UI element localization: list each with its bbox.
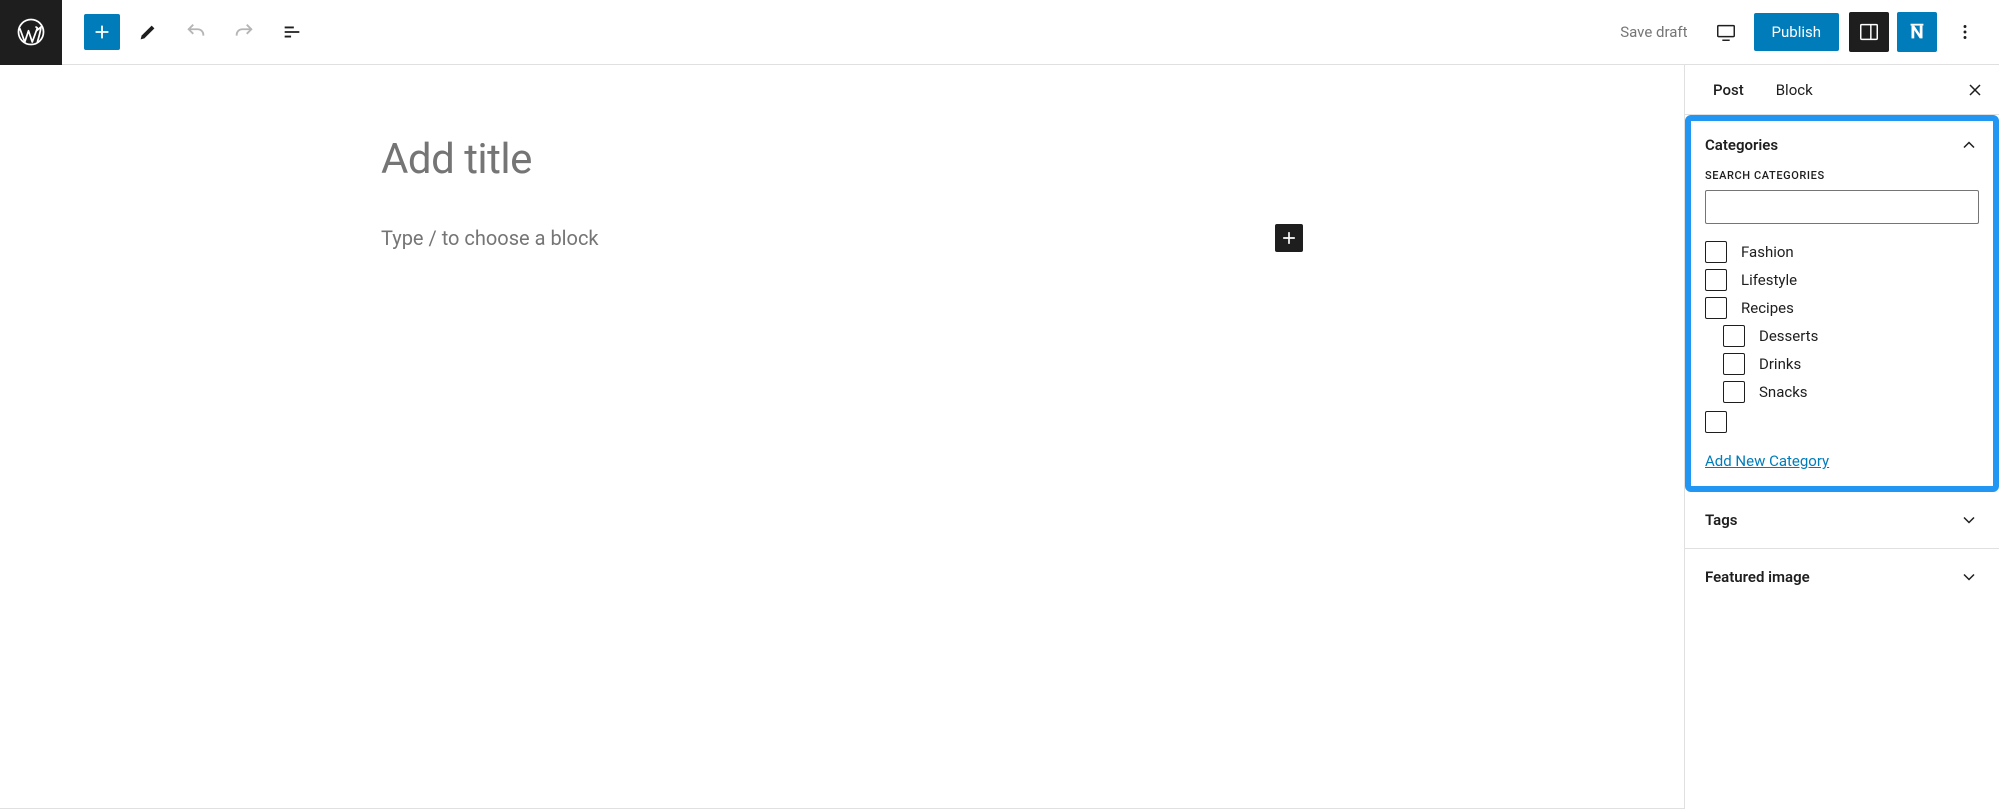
publish-button[interactable]: Publish: [1754, 13, 1839, 51]
settings-sidebar: Post Block Categories SEARCH CATEGORIES …: [1684, 65, 1999, 809]
category-list: Fashion Lifestyle Recipes Desserts: [1705, 238, 1979, 436]
category-checkbox[interactable]: [1705, 269, 1727, 291]
chevron-down-icon: [1959, 567, 1979, 587]
search-categories-label: SEARCH CATEGORIES: [1705, 169, 1979, 182]
list-icon: [281, 21, 303, 43]
sidebar-icon: [1858, 21, 1880, 43]
plus-icon: [91, 21, 113, 43]
redo-button: [224, 12, 264, 52]
category-label: Recipes: [1741, 299, 1794, 317]
kebab-icon: [1954, 21, 1976, 43]
category-item[interactable]: Fashion: [1705, 238, 1979, 266]
save-draft-button[interactable]: Save draft: [1610, 23, 1697, 41]
add-new-category-link[interactable]: Add New Category: [1705, 452, 1829, 470]
post-title-input[interactable]: Add title: [381, 135, 1303, 184]
categories-toggle[interactable]: Categories: [1705, 135, 1979, 155]
category-checkbox[interactable]: [1723, 325, 1745, 347]
category-checkbox[interactable]: [1705, 241, 1727, 263]
categories-title: Categories: [1705, 136, 1959, 154]
close-icon: [1965, 80, 1985, 100]
category-label: Lifestyle: [1741, 271, 1797, 289]
plus-icon: [1279, 228, 1299, 248]
tab-block[interactable]: Block: [1766, 65, 1823, 114]
category-item[interactable]: Lifestyle: [1705, 266, 1979, 294]
settings-sidebar-toggle[interactable]: [1849, 12, 1889, 52]
category-checkbox[interactable]: [1723, 381, 1745, 403]
category-item[interactable]: Recipes: [1705, 294, 1979, 322]
add-block-button[interactable]: [84, 14, 120, 50]
list-view-button[interactable]: [272, 12, 312, 52]
wordpress-logo[interactable]: [0, 0, 62, 65]
sidebar-tabs: Post Block: [1685, 65, 1999, 115]
tags-panel: Tags: [1685, 492, 1999, 549]
category-item[interactable]: Snacks: [1705, 378, 1979, 406]
category-label: Snacks: [1759, 383, 1808, 401]
undo-icon: [185, 21, 207, 43]
pencil-icon: [137, 21, 159, 43]
featured-image-toggle[interactable]: Featured image: [1705, 567, 1979, 587]
chevron-down-icon: [1959, 510, 1979, 530]
plugin-button[interactable]: [1897, 12, 1937, 52]
block-prompt[interactable]: Type / to choose a block: [381, 226, 1275, 250]
tags-toggle[interactable]: Tags: [1705, 510, 1979, 530]
category-checkbox[interactable]: [1723, 353, 1745, 375]
desktop-icon: [1715, 21, 1737, 43]
featured-image-title: Featured image: [1705, 568, 1959, 586]
featured-image-panel: Featured image: [1685, 549, 1999, 605]
category-checkbox[interactable]: [1705, 297, 1727, 319]
undo-button: [176, 12, 216, 52]
categories-panel: Categories SEARCH CATEGORIES Fashion Lif…: [1685, 115, 1999, 492]
more-options-button[interactable]: [1945, 12, 1985, 52]
editor-canvas[interactable]: Add title Type / to choose a block: [0, 65, 1684, 809]
redo-icon: [233, 21, 255, 43]
category-label: Desserts: [1759, 327, 1818, 345]
category-checkbox[interactable]: [1705, 411, 1727, 433]
category-item[interactable]: [1705, 408, 1979, 436]
inline-add-block-button[interactable]: [1275, 224, 1303, 252]
category-label: Fashion: [1741, 243, 1794, 261]
tab-post[interactable]: Post: [1703, 65, 1754, 114]
category-item[interactable]: Desserts: [1705, 322, 1979, 350]
chevron-up-icon: [1959, 135, 1979, 155]
tools-button[interactable]: [128, 12, 168, 52]
category-item[interactable]: Drinks: [1705, 350, 1979, 378]
top-toolbar: Save draft Publish: [0, 0, 1999, 65]
category-label: Drinks: [1759, 355, 1801, 373]
search-categories-input[interactable]: [1705, 190, 1979, 224]
close-sidebar-button[interactable]: [1951, 80, 1999, 100]
preview-button[interactable]: [1706, 12, 1746, 52]
n-icon: [1906, 21, 1928, 43]
tags-title: Tags: [1705, 511, 1959, 529]
